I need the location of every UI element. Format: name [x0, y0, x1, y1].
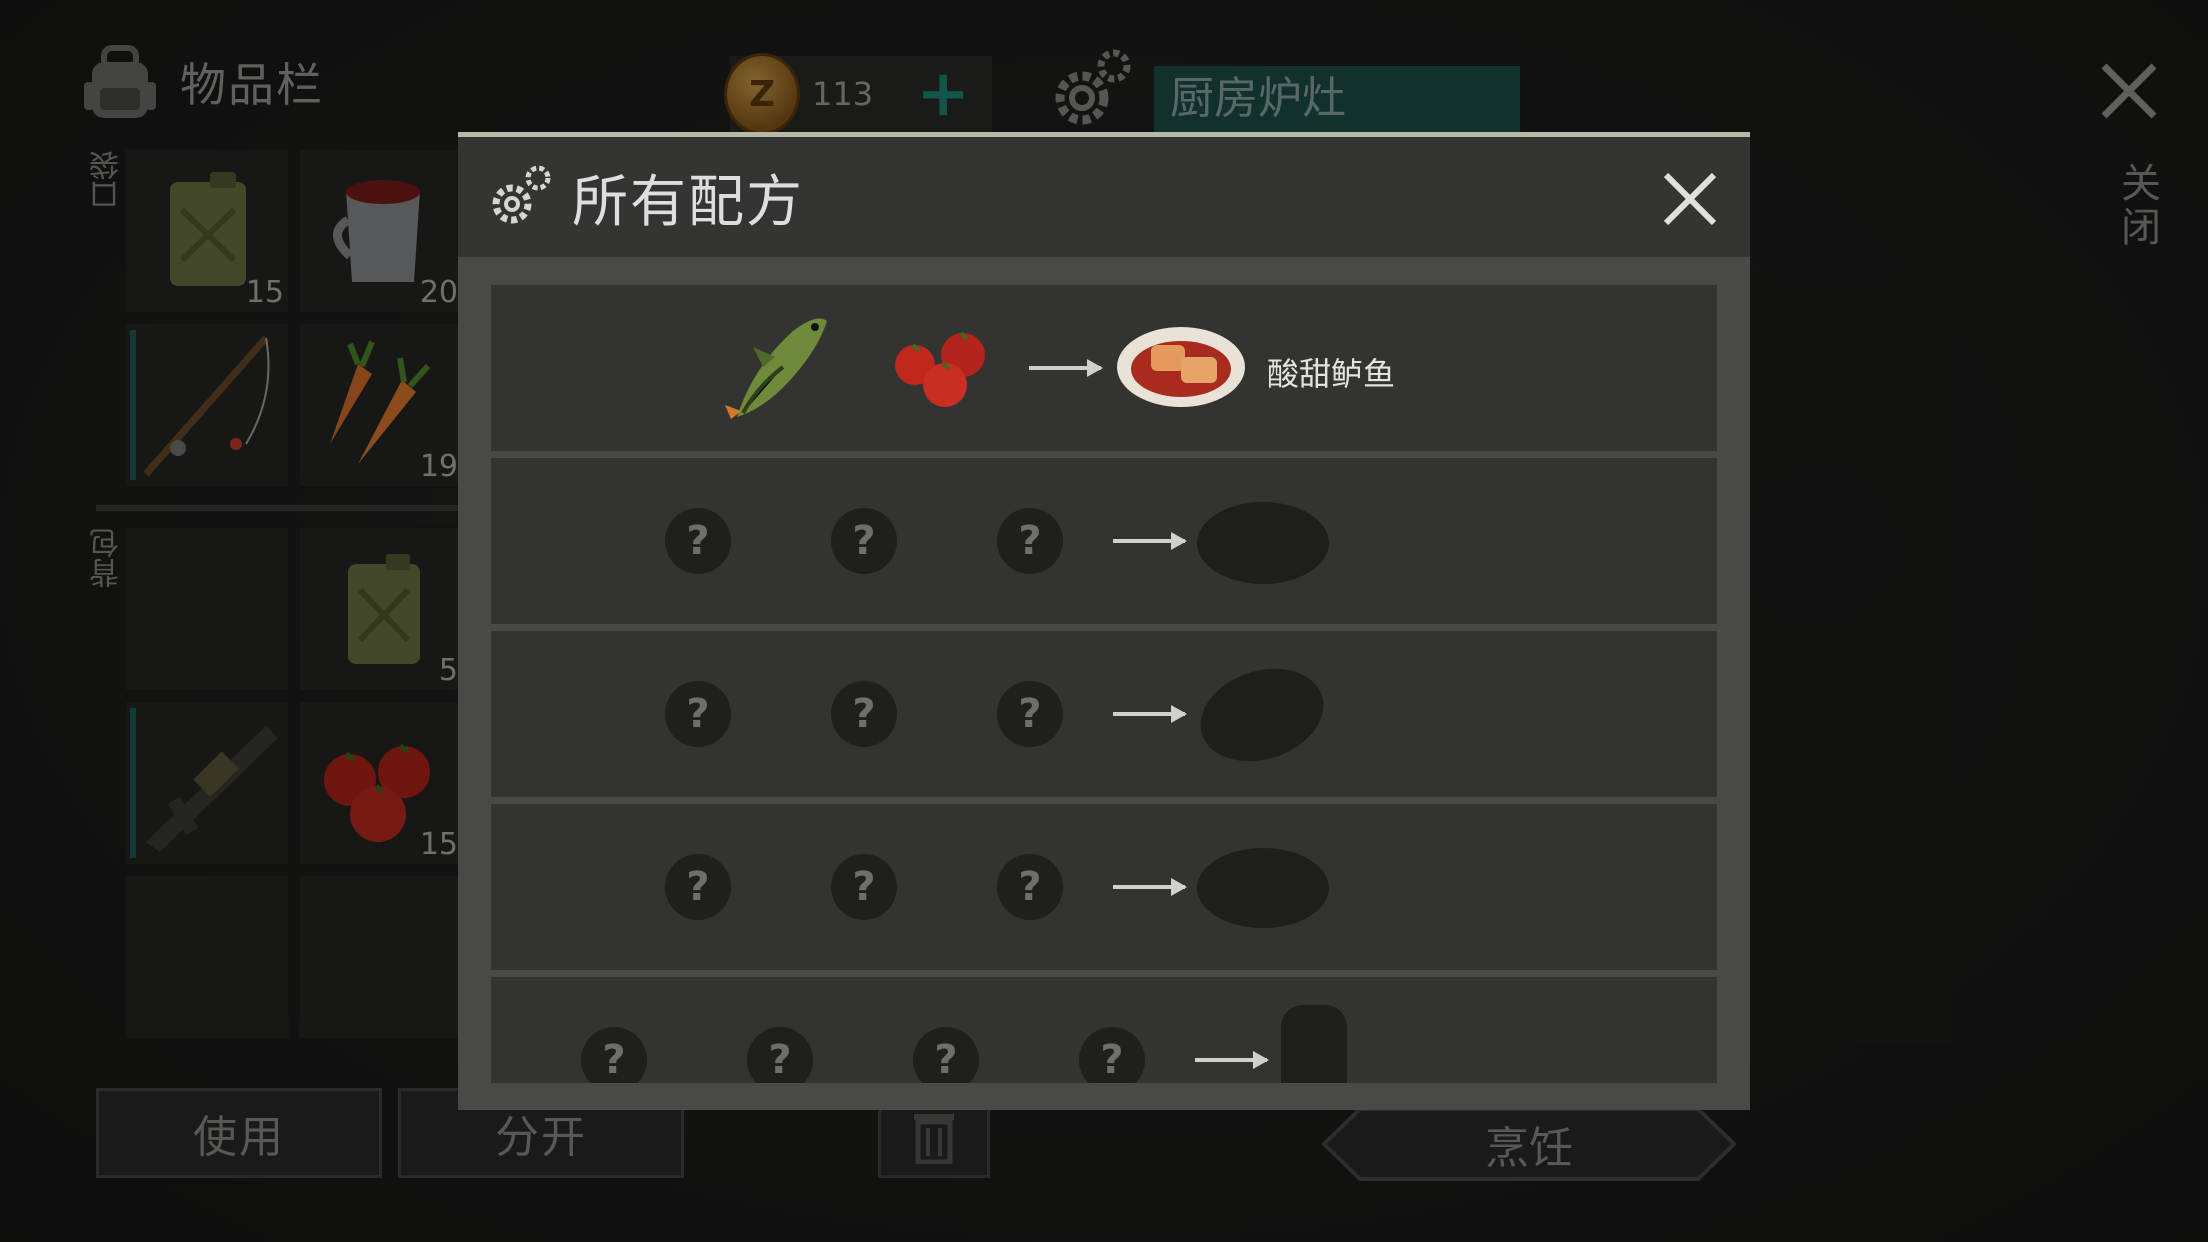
modal-header: 所有配方 [458, 137, 1750, 257]
perch-fish-icon [725, 318, 827, 419]
sweet-sour-perch-icon [1117, 327, 1245, 407]
unknown-ingredient-icon: ? [665, 854, 731, 920]
gears-icon [492, 165, 551, 224]
unknown-result-silhouette [1188, 653, 1336, 777]
unknown-ingredient-icon: ? [913, 1027, 979, 1083]
recipe-row-unknown[interactable]: ? ? ? ? [491, 977, 1717, 1083]
recipe-list[interactable]: 酸甜鲈鱼 ? ? ? ? ? ? ? ? ? ? ? ? ? [491, 285, 1717, 1083]
unknown-ingredient-icon: ? [1079, 1027, 1145, 1083]
unknown-result-silhouette [1281, 1005, 1347, 1083]
modal-title: 所有配方 [572, 169, 804, 235]
recipe-row-unknown[interactable]: ? ? ? [491, 631, 1717, 797]
arrow-icon [1029, 359, 1103, 377]
unknown-ingredient-icon: ? [997, 681, 1063, 747]
arrow-icon [1113, 705, 1187, 723]
arrow-icon [1113, 532, 1187, 550]
arrow-icon [1195, 1051, 1269, 1069]
unknown-ingredient-icon: ? [831, 508, 897, 574]
recipe-result-name: 酸甜鲈鱼 [1267, 355, 1396, 393]
unknown-result-silhouette [1197, 502, 1329, 584]
unknown-ingredient-icon: ? [831, 681, 897, 747]
unknown-ingredient-icon: ? [747, 1027, 813, 1083]
unknown-ingredient-icon: ? [997, 508, 1063, 574]
unknown-ingredient-icon: ? [581, 1027, 647, 1083]
unknown-ingredient-icon: ? [831, 854, 897, 920]
unknown-ingredient-icon: ? [665, 681, 731, 747]
arrow-icon [1113, 878, 1187, 896]
unknown-result-silhouette [1197, 848, 1329, 928]
recipe-row-unknown[interactable]: ? ? ? [491, 458, 1717, 624]
close-icon[interactable] [1660, 169, 1720, 229]
unknown-ingredient-icon: ? [665, 508, 731, 574]
unknown-ingredient-icon: ? [997, 854, 1063, 920]
recipe-row-known[interactable]: 酸甜鲈鱼 [491, 285, 1717, 451]
recipes-modal: 所有配方 酸甜鲈鱼 ? ? ? ? ? ? ? ? ? ? ? ? ? [458, 132, 1750, 1110]
recipe-row-unknown[interactable]: ? ? ? [491, 804, 1717, 970]
tomato-icon [895, 331, 985, 407]
